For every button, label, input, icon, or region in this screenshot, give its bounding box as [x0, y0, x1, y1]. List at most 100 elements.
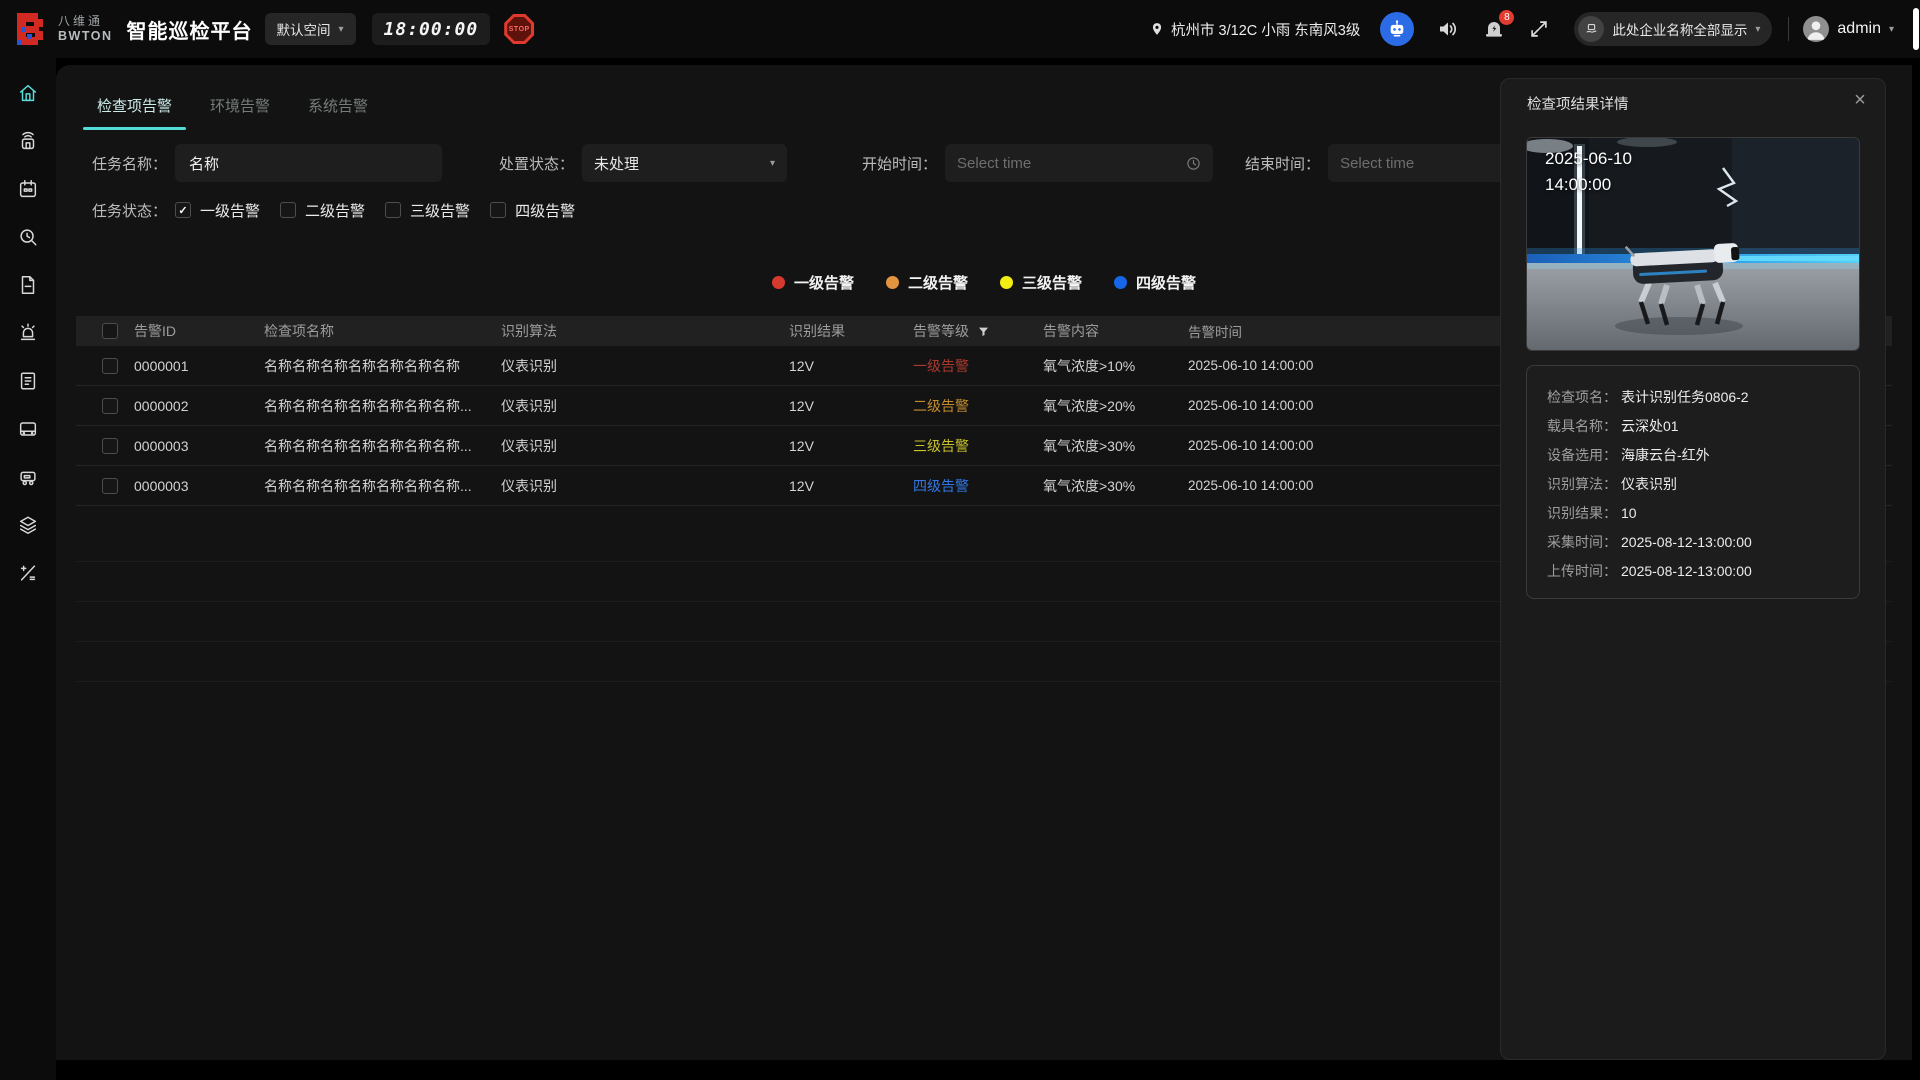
field-value: 仪表识别 [1621, 470, 1677, 499]
brand-cn: 八维通 [58, 15, 113, 29]
page-title: 智能巡检平台 [127, 15, 253, 44]
sidebar-item-reports[interactable] [17, 370, 39, 392]
field-value: 云深处01 [1621, 412, 1679, 441]
result-detail-panel: 检查项结果详情 × [1500, 78, 1886, 1060]
enterprise-select[interactable]: 此处企业名称全部显示 ▾ [1574, 12, 1772, 46]
field-label: 识别算法： [1547, 470, 1617, 499]
row-checkbox[interactable] [102, 398, 118, 414]
level-checkbox-item[interactable]: 二级告警 [280, 200, 365, 221]
task-name-input[interactable]: 名称 [175, 144, 442, 182]
handle-status-select[interactable]: 未处理 ▾ [582, 144, 787, 182]
checkbox-label: 三级告警 [410, 200, 470, 221]
filter-funnel-icon[interactable] [977, 325, 990, 338]
level-checkbox-item[interactable]: 一级告警 [175, 200, 260, 221]
chevron-down-icon: ▾ [770, 158, 775, 169]
checkbox-label: 四级告警 [515, 200, 575, 221]
clock-icon [1186, 156, 1201, 171]
location-pin-icon [1150, 20, 1164, 38]
checkbox[interactable] [385, 202, 401, 218]
user-menu[interactable]: admin ▾ [1803, 16, 1894, 42]
sidebar-item-alarms[interactable] [17, 322, 39, 344]
brand-text: 八维通 BWTON [58, 15, 113, 43]
legend-dot-icon [1114, 276, 1127, 289]
sidebar-item-station[interactable] [17, 130, 39, 152]
close-icon[interactable]: × [1849, 89, 1871, 111]
adjust-icon [17, 562, 39, 584]
cell-algorithm: 仪表识别 [501, 396, 789, 416]
divider [1788, 17, 1789, 41]
fullscreen-button[interactable] [1528, 18, 1550, 40]
result-info-card: 检查项名： 表计识别任务0806-2 载具名称： 云深处01 设备选用： 海康云… [1526, 365, 1860, 599]
sidebar-item-history[interactable] [17, 226, 39, 248]
select-all-checkbox[interactable] [102, 323, 118, 339]
row-checkbox[interactable] [102, 478, 118, 494]
checkbox[interactable] [175, 202, 191, 218]
tab[interactable]: 环境告警 [196, 89, 284, 130]
legend-dot-icon [772, 276, 785, 289]
notification-badge: 8 [1499, 10, 1514, 25]
legend-label: 二级告警 [908, 272, 968, 293]
checkbox[interactable] [490, 202, 506, 218]
sidebar-item-home[interactable] [17, 82, 39, 104]
volume-button[interactable] [1436, 17, 1460, 41]
legend-label: 三级告警 [1022, 272, 1082, 293]
chevron-down-icon: ▾ [1889, 24, 1894, 35]
col-header-content: 告警内容 [1043, 321, 1188, 341]
handle-status-value: 未处理 [594, 153, 639, 174]
dock-station-icon [17, 130, 39, 152]
legend-item: 一级告警 [772, 272, 854, 293]
sidebar-item-settings[interactable] [17, 562, 39, 584]
robot-assistant-button[interactable] [1380, 12, 1414, 46]
space-select[interactable]: 默认空间 ▾ [265, 13, 356, 45]
robot-icon [1387, 19, 1407, 39]
sidebar-item-schedule[interactable] [17, 178, 39, 200]
cell-algorithm: 仪表识别 [501, 356, 789, 376]
username: admin [1837, 20, 1881, 38]
start-time-label: 开始时间： [862, 153, 937, 174]
level-checkbox-item[interactable]: 三级告警 [385, 200, 470, 221]
field-value: 海康云台-红外 [1621, 441, 1710, 470]
detail-field: 检查项名： 表计识别任务0806-2 [1547, 383, 1845, 412]
checkbox[interactable] [280, 202, 296, 218]
tab[interactable]: 系统告警 [294, 89, 382, 130]
clock-display: 18:00:00 [372, 13, 491, 45]
cell-alarm-content: 氧气浓度>30% [1043, 436, 1188, 456]
row-checkbox[interactable] [102, 438, 118, 454]
sidebar-item-documents[interactable] [17, 274, 39, 296]
col-header-name: 检查项名称 [264, 321, 501, 341]
document-icon [17, 274, 39, 296]
start-time-picker[interactable]: Select time [945, 144, 1213, 182]
page-scrollbar-thumb[interactable] [1913, 8, 1919, 50]
col-header-algo: 识别算法 [501, 321, 789, 341]
calendar-icon [17, 178, 39, 200]
cell-alarm-level: 一级告警 [913, 356, 1043, 376]
cell-result: 12V [789, 478, 913, 494]
stop-icon: STOP [507, 17, 531, 41]
field-label: 载具名称： [1547, 412, 1617, 441]
handle-status-label: 处置状态： [499, 153, 574, 174]
field-label: 检查项名： [1547, 383, 1617, 412]
stop-button[interactable]: STOP [504, 14, 534, 44]
brand-en: BWTON [58, 29, 113, 43]
cell-alarm-id: 0000001 [134, 358, 264, 374]
cell-alarm-level: 三级告警 [913, 436, 1043, 456]
col-header-level: 告警等级 [913, 321, 1043, 341]
siren-icon [17, 322, 39, 344]
field-value: 2025-08-12-13:00:00 [1621, 557, 1752, 586]
sidebar-item-rover[interactable] [17, 466, 39, 488]
chevron-down-icon: ▾ [339, 24, 344, 35]
sidebar-item-monitor[interactable] [17, 418, 39, 440]
cell-item-name: 名称名称名称名称名称名称名称... [264, 396, 501, 416]
row-checkbox[interactable] [102, 358, 118, 374]
level-checkbox-item[interactable]: 四级告警 [490, 200, 575, 221]
speaker-icon [1436, 17, 1460, 41]
detail-field: 载具名称： 云深处01 [1547, 412, 1845, 441]
alarm-notifications-button[interactable]: 8 [1482, 17, 1506, 41]
topbar-right: 杭州市 3/12C 小雨 东南风3级 [1150, 12, 1920, 46]
cell-item-name: 名称名称名称名称名称名称名称... [264, 436, 501, 456]
tab[interactable]: 检查项告警 [83, 89, 186, 130]
photo-timestamp: 2025-06-10 14:00:00 [1545, 146, 1632, 198]
detail-field: 上传时间： 2025-08-12-13:00:00 [1547, 557, 1845, 586]
cell-result: 12V [789, 358, 913, 374]
sidebar-item-layers[interactable] [17, 514, 39, 536]
